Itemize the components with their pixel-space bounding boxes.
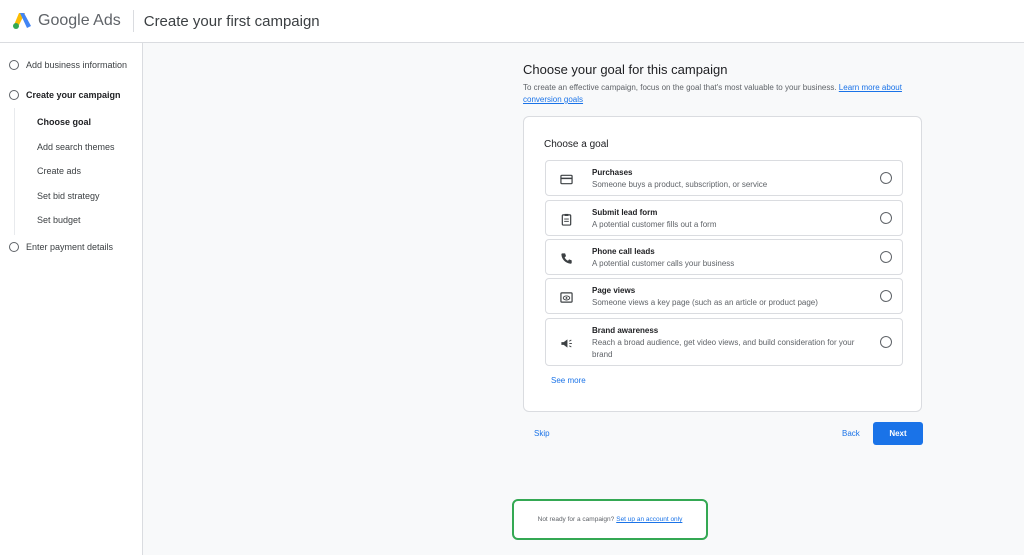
- top-bar: Google Ads Create your first campaign: [0, 0, 1024, 43]
- option-title: Page views: [592, 286, 636, 295]
- radio-page-views[interactable]: [880, 290, 892, 302]
- radio-submit-lead-form[interactable]: [880, 212, 892, 224]
- goal-option-phone-call-leads[interactable]: Phone call leads A potential customer ca…: [545, 239, 903, 275]
- step-circle-icon: [9, 60, 19, 70]
- option-desc: A potential customer calls your business: [592, 259, 735, 268]
- step-label: Enter payment details: [26, 242, 114, 252]
- option-title: Submit lead form: [592, 208, 658, 217]
- brand-name: Google Ads: [38, 12, 121, 29]
- sidebar-steps: Add business information Create your cam…: [0, 43, 143, 555]
- phone-icon: [559, 251, 573, 265]
- substep-set-budget[interactable]: Set budget: [37, 215, 81, 225]
- credit-card-icon: [559, 172, 573, 186]
- google-ads-logo-icon: [13, 13, 31, 29]
- step-circle-icon: [9, 242, 19, 252]
- goal-subtext: To create an effective campaign, focus o…: [523, 82, 923, 106]
- goal-option-brand-awareness[interactable]: Brand awareness Reach a broad audience, …: [545, 318, 903, 366]
- skip-button[interactable]: Skip: [534, 429, 550, 438]
- step-create-your-campaign[interactable]: Create your campaign: [9, 90, 121, 100]
- option-desc: A potential customer fills out a form: [592, 220, 717, 229]
- radio-brand-awareness[interactable]: [880, 336, 892, 348]
- clipboard-icon: [559, 212, 573, 226]
- substep-add-search-themes[interactable]: Add search themes: [37, 142, 115, 152]
- option-title: Brand awareness: [592, 326, 659, 335]
- megaphone-icon: [559, 336, 573, 350]
- option-desc: Someone buys a product, subscription, or…: [592, 180, 768, 189]
- header-divider: [132, 10, 134, 32]
- next-button[interactable]: Next: [873, 422, 923, 445]
- substep-set-bid-strategy[interactable]: Set bid strategy: [37, 191, 100, 201]
- option-title: Purchases: [592, 168, 633, 177]
- google-ads-logo[interactable]: Google Ads: [12, 12, 121, 30]
- goal-subtext-text: To create an effective campaign, focus o…: [523, 83, 837, 92]
- see-more-link[interactable]: See more: [551, 376, 586, 385]
- option-desc: Someone views a key page (such as an art…: [592, 298, 818, 307]
- step-add-business-information[interactable]: Add business information: [9, 60, 127, 70]
- page-title: Create your first campaign: [143, 12, 320, 30]
- goal-heading: Choose your goal for this campaign: [523, 62, 728, 77]
- step-enter-payment-details[interactable]: Enter payment details: [9, 242, 113, 252]
- radio-purchases[interactable]: [880, 172, 892, 184]
- substep-choose-goal[interactable]: Choose goal: [37, 117, 91, 127]
- substep-create-ads[interactable]: Create ads: [37, 166, 81, 176]
- step-label: Create your campaign: [26, 90, 121, 100]
- not-ready-text: Not ready for a campaign?: [537, 516, 615, 523]
- page-view-icon: [559, 290, 573, 304]
- goal-card: Choose a goal Purchases Someone buys a p…: [523, 116, 922, 412]
- card-title: Choose a goal: [544, 139, 609, 150]
- setup-account-link[interactable]: Set up an account only: [616, 516, 682, 523]
- step-label: Add business information: [26, 60, 128, 70]
- goal-option-submit-lead-form[interactable]: Submit lead form A potential customer fi…: [545, 200, 903, 236]
- step-circle-icon: [9, 90, 19, 100]
- goal-option-purchases[interactable]: Purchases Someone buys a product, subscr…: [545, 160, 903, 196]
- goal-option-page-views[interactable]: Page views Someone views a key page (suc…: [545, 278, 903, 314]
- option-title: Phone call leads: [592, 247, 655, 256]
- option-desc: Reach a broad audience, get video views,…: [592, 338, 855, 359]
- not-ready-banner: Not ready for a campaign? Set up an acco…: [512, 499, 708, 540]
- back-button[interactable]: Back: [842, 429, 860, 438]
- radio-phone-call-leads[interactable]: [880, 251, 892, 263]
- substep-line: [14, 108, 15, 235]
